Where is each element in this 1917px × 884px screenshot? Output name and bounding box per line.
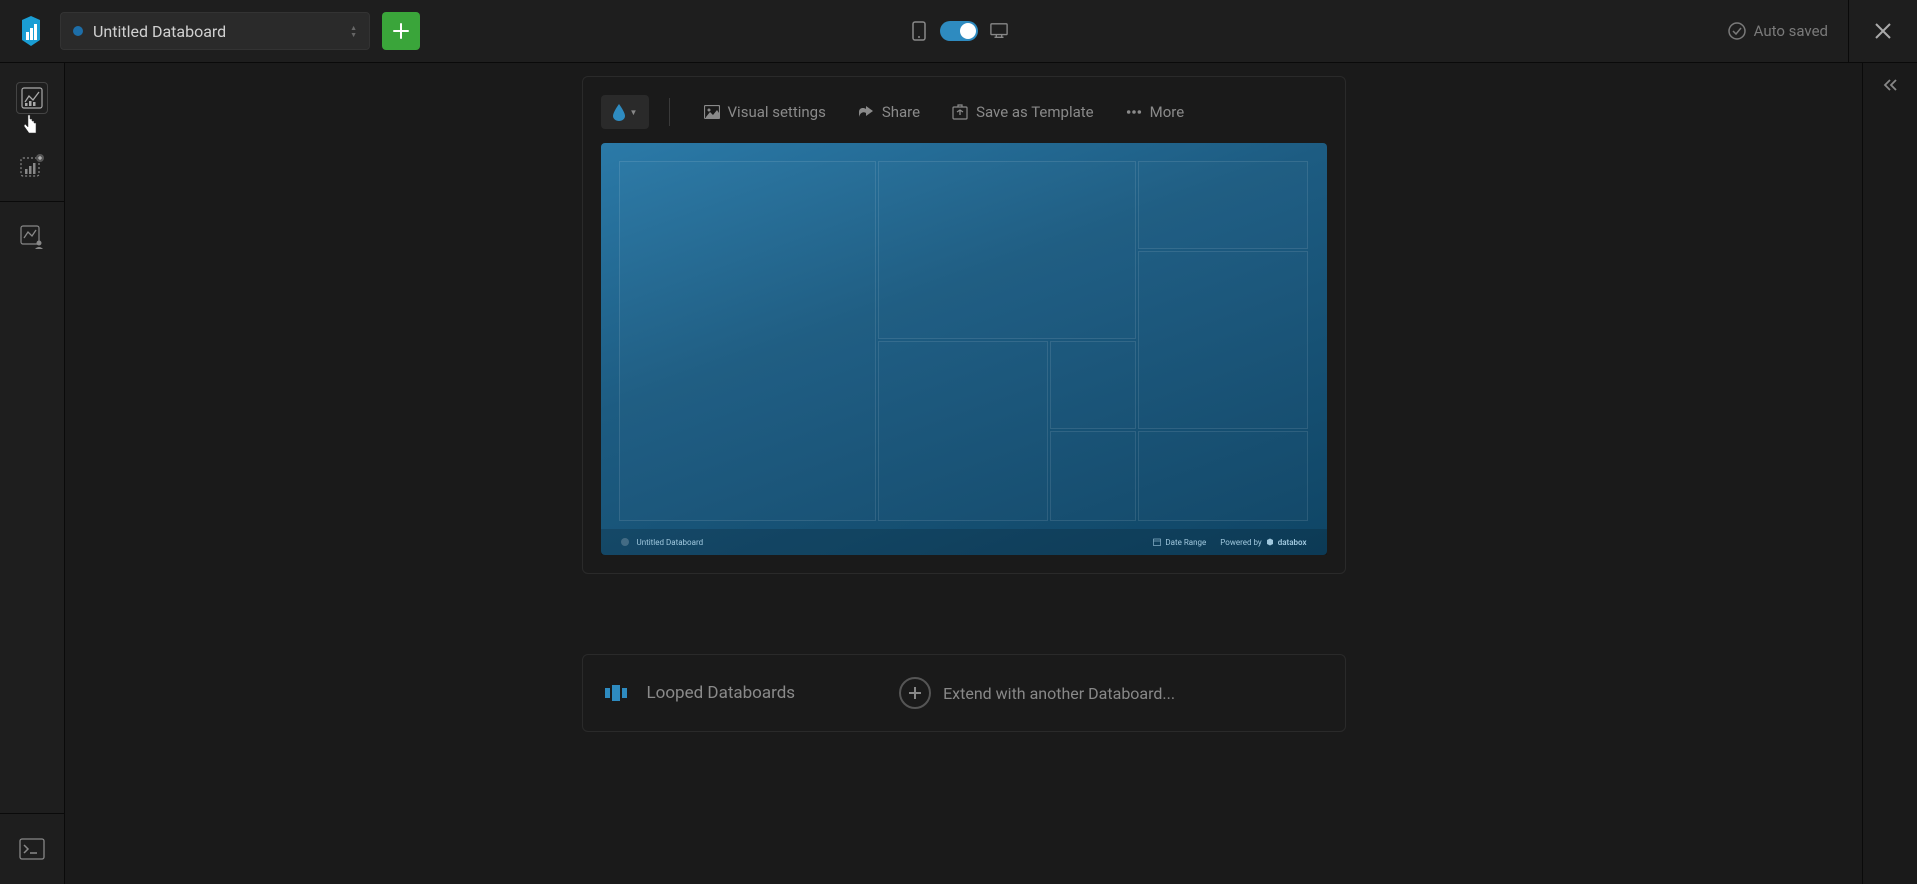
plus-circle-icon [899,677,931,709]
grid-cell[interactable] [1138,431,1308,521]
card-toolbar: ▼ Visual settings Share [601,95,1327,129]
grid-cell[interactable] [878,341,1048,521]
selector-updown-icon: ▲▼ [350,25,357,38]
extend-link[interactable]: Extend with another Databoard... [899,677,1175,709]
toolbar-divider [669,98,670,126]
auto-saved-label: Auto saved [1754,22,1828,40]
databoard-selector[interactable]: Untitled Databoard ▲▼ [60,12,370,50]
save-template-button[interactable]: Save as Template [938,97,1108,127]
more-label: More [1150,103,1185,121]
toggle-knob [960,23,976,39]
visual-settings-label: Visual settings [728,103,826,121]
footer-right: Date Range Powered by databox [1153,538,1306,547]
add-button[interactable] [382,12,420,50]
powered-by: Powered by databox [1220,538,1306,547]
databoard-card: ▼ Visual settings Share [582,76,1346,574]
share-label: Share [882,103,920,121]
desktop-icon[interactable] [990,20,1008,42]
drop-icon [612,103,626,121]
date-range-control[interactable]: Date Range [1153,538,1206,547]
save-template-label: Save as Template [976,103,1094,121]
grid-cell[interactable] [1050,341,1136,429]
auto-saved-status: Auto saved [1728,22,1828,40]
canvas-footer: Untitled Databoard Date Range Powered by… [601,529,1327,555]
powered-by-label: Powered by [1220,538,1261,547]
sidebar-bottom [0,813,64,884]
databoard-title: Untitled Databoard [93,22,350,41]
cursor-pointer-icon [22,113,40,135]
footer-dot-icon [621,538,629,546]
collapse-right-button[interactable] [1863,79,1917,91]
canvas-footer-title: Untitled Databoard [637,538,704,547]
app-logo[interactable] [14,12,48,50]
sidebar [0,63,65,884]
sidebar-item-terminal[interactable] [17,834,47,864]
grid-area [619,161,1309,505]
sidebar-item-user-chart[interactable] [17,222,47,252]
brand-label: databox [1278,538,1307,547]
carousel-icon [605,685,627,701]
databox-logo-icon [1266,538,1274,546]
looped-databoards-card: Looped Databoards Extend with another Da… [582,654,1346,732]
sidebar-group-top [0,83,64,202]
visual-settings-button[interactable]: Visual settings [690,97,840,127]
theme-dropdown[interactable]: ▼ [601,95,649,129]
topbar: Untitled Databoard ▲▼ Auto saved [0,0,1917,63]
calendar-icon [1153,538,1161,546]
chevron-double-left-icon [1882,79,1898,91]
template-icon [952,104,968,120]
mobile-icon[interactable] [910,20,928,42]
grid-cell[interactable] [1138,251,1308,429]
main-content: ▼ Visual settings Share [65,63,1862,884]
date-range-label: Date Range [1165,538,1206,547]
device-toggle[interactable] [940,21,978,41]
right-panel [1862,63,1917,884]
close-button[interactable] [1848,0,1903,63]
databoard-canvas[interactable]: Untitled Databoard Date Range Powered by… [601,143,1327,555]
sidebar-item-add-chart[interactable] [17,151,47,181]
more-button[interactable]: More [1112,97,1199,127]
more-icon [1126,104,1142,120]
check-circle-icon [1728,22,1746,40]
chevron-down-icon: ▼ [630,108,638,117]
image-icon [704,104,720,120]
sidebar-group-mid [0,222,64,272]
device-controls [910,20,1008,42]
looped-title: Looped Databoards [647,683,796,703]
sidebar-item-metrics[interactable] [17,83,47,113]
grid-cell[interactable] [878,161,1136,339]
canvas-wrapper: ▼ Visual settings Share [582,76,1346,732]
topbar-right: Auto saved [1728,0,1903,63]
share-icon [858,104,874,120]
grid-cell[interactable] [619,161,876,521]
share-button[interactable]: Share [844,97,934,127]
extend-label: Extend with another Databoard... [943,684,1175,703]
databoard-color-dot [73,26,83,36]
grid-cell[interactable] [1050,431,1136,521]
grid-cell[interactable] [1138,161,1308,249]
